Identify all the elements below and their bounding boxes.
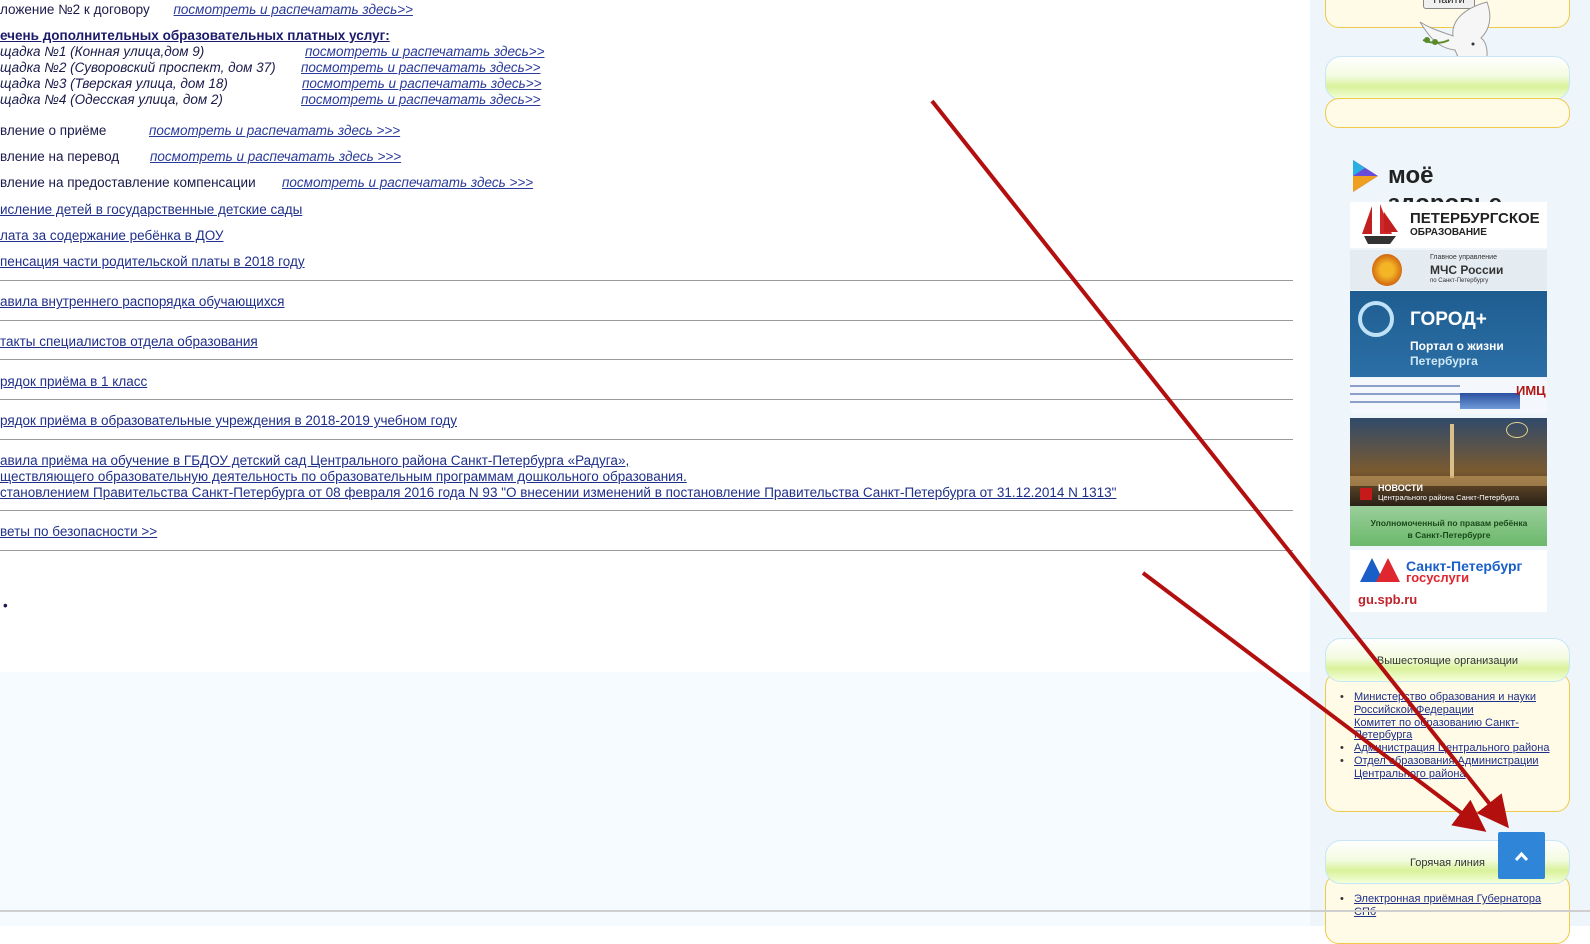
gosuslugi-subtitle: госуслуги xyxy=(1406,570,1470,585)
list-item: Электронная приёмная Губернатора СПб xyxy=(1340,893,1565,919)
ombudsman-line2: в Санкт-Петербурге xyxy=(1407,530,1491,540)
gorod-title: ГОРОД+ xyxy=(1410,309,1487,330)
news-title: НОВОСТИ xyxy=(1378,483,1424,493)
statement-link[interactable]: посмотреть и распечатать здесь >>> xyxy=(149,123,400,138)
imc-line xyxy=(1350,393,1460,395)
statement-label: вление о приёме xyxy=(0,123,107,138)
list-item: Министерство образования и науки Российс… xyxy=(1340,691,1565,717)
divider xyxy=(0,280,1293,281)
list-item: Отдел образования Администрации Централь… xyxy=(1340,755,1565,781)
fee-link[interactable]: лата за содержание ребёнка в ДОУ xyxy=(0,228,224,243)
content-footer xyxy=(0,672,1310,926)
statement-link[interactable]: посмотреть и распечатать здесь >>> xyxy=(150,149,401,164)
compensation-link[interactable]: пенсация части родительской платы в 2018… xyxy=(0,254,305,269)
mchs-banner[interactable]: Главное управление МЧС России по Санкт-П… xyxy=(1350,250,1547,290)
list-bullet: • xyxy=(3,598,8,613)
divider xyxy=(0,399,1293,400)
panel-body xyxy=(1325,98,1570,128)
appendix-label: ложение №2 к договору xyxy=(0,2,150,17)
hotline-list: Электронная приёмная Губернатора СПб xyxy=(1340,893,1565,919)
site-row: щадка №4 (Одесская улица, дом 2) посмотр… xyxy=(0,92,540,107)
ship-icon xyxy=(1362,204,1398,244)
panel-header xyxy=(1325,56,1570,100)
imc-line xyxy=(1350,401,1460,403)
site-link[interactable]: посмотреть и распечатать здесь>> xyxy=(302,76,541,91)
mchs-line3: по Санкт-Петербургу xyxy=(1430,278,1489,284)
site-label: щадка №3 (Тверская улица, дом 18) xyxy=(0,76,228,91)
news-subtitle: Центрального района Санкт-Петербурга xyxy=(1378,493,1519,502)
divider xyxy=(0,359,1293,360)
site-row: щадка №1 (Конная улица,дом 9) посмотреть… xyxy=(0,44,544,59)
admission-rules-link-2[interactable]: ществляющего образовательную деятельност… xyxy=(0,469,687,484)
chevron-up-icon xyxy=(1514,851,1529,862)
statement-link[interactable]: посмотреть и распечатать здесь >>> xyxy=(282,175,533,190)
aperture-icon xyxy=(1358,301,1394,337)
peterburg-edu-title: ПЕТЕРБУРГСКОЕ xyxy=(1410,210,1540,227)
site-row: щадка №2 (Суворовский проспект, дом 37) … xyxy=(0,60,540,75)
site-link[interactable]: посмотреть и распечатать здесь>> xyxy=(301,60,540,75)
list-item: Администрация Центрального района xyxy=(1340,742,1565,755)
site-label: щадка №4 (Одесская улица, дом 2) xyxy=(0,92,223,107)
divider xyxy=(0,439,1293,440)
column-icon xyxy=(1450,424,1454,478)
news-logo-icon xyxy=(1506,422,1528,438)
play-logo-icon xyxy=(1353,160,1378,192)
contacts-link[interactable]: такты специалистов отдела образования xyxy=(0,334,258,349)
ombudsman-line1: Уполномоченный по правам ребёнка xyxy=(1370,518,1528,528)
gosuslugi-url: gu.spb.ru xyxy=(1358,592,1418,607)
kindergarten-enrollment-link[interactable]: исление детей в государственные детские … xyxy=(0,202,302,217)
mchs-emblem-icon xyxy=(1372,254,1402,286)
org-link[interactable]: Комитет по образованию Санкт-Петербурга xyxy=(1354,717,1519,742)
org-link[interactable]: Администрация Центрального района xyxy=(1354,742,1550,754)
services-heading[interactable]: ечень дополнительных образовательных пла… xyxy=(0,28,390,43)
statement-label: вление на перевод xyxy=(0,149,120,164)
site-label: щадка №1 (Конная улица,дом 9) xyxy=(0,44,205,59)
statement-label: вление на предоставление компенсации xyxy=(0,175,256,190)
news-flag-icon xyxy=(1360,488,1372,500)
divider xyxy=(0,550,1293,551)
mchs-line1: Главное управление xyxy=(1430,254,1497,261)
peterburg-edu-subtitle: ОБРАЗОВАНИЕ xyxy=(1410,227,1487,238)
site-row: щадка №3 (Тверская улица, дом 18) посмот… xyxy=(0,76,541,91)
gorod-subtitle-2: Петербурга xyxy=(1410,354,1478,368)
statement-row: вление на перевод посмотреть и распечата… xyxy=(0,149,401,164)
mchs-line2: МЧС России xyxy=(1430,263,1504,277)
org-link[interactable]: Министерство образования и науки Российс… xyxy=(1354,691,1536,716)
main-content: ложение №2 к договору посмотреть и распе… xyxy=(0,0,1310,672)
imc-building-icon xyxy=(1460,393,1520,409)
admission-rules-link[interactable]: авила приёма на обучение в ГБДОУ детский… xyxy=(0,453,629,468)
statement-row: вление о приёме посмотреть и распечатать… xyxy=(0,123,400,138)
ombudsman-banner[interactable]: Уполномоченный по правам ребёнка в Санкт… xyxy=(1350,506,1547,546)
appendix-row: ложение №2 к договору посмотреть и распе… xyxy=(0,2,413,17)
divider xyxy=(0,320,1293,321)
site-link[interactable]: посмотреть и распечатать здесь>> xyxy=(301,92,540,107)
appendix-link[interactable]: посмотреть и распечатать здесь>> xyxy=(174,2,413,17)
admission-2018-link[interactable]: рядок приёма в образовательные учреждени… xyxy=(0,413,457,428)
list-item: Комитет по образованию Санкт-Петербурга xyxy=(1340,717,1565,743)
gorod-subtitle: Портал о жизни xyxy=(1410,339,1504,353)
gorod-plus-banner[interactable]: ГОРОД+ Портал о жизни Петербурга xyxy=(1350,291,1547,377)
gosuslugi-logo-icon xyxy=(1360,558,1400,582)
gosuslugi-banner[interactable]: Санкт-Петербург госуслуги gu.spb.ru xyxy=(1350,550,1547,612)
imc-banner[interactable]: ИМЦ xyxy=(1350,379,1547,414)
safety-tips-link[interactable]: веты по безопасности >> xyxy=(0,524,157,539)
government-decree-link[interactable]: становлением Правительства Санкт-Петербу… xyxy=(0,485,1116,500)
divider xyxy=(0,510,1293,511)
orgs-heading: Вышестоящие организации xyxy=(1325,638,1570,682)
org-link[interactable]: Отдел образования Администрации Централь… xyxy=(1354,755,1539,780)
site-label: щадка №2 (Суворовский проспект, дом 37) xyxy=(0,60,276,75)
imc-line xyxy=(1350,385,1460,387)
site-link[interactable]: посмотреть и распечатать здесь>> xyxy=(305,44,544,59)
statement-row: вление на предоставление компенсации пос… xyxy=(0,175,533,190)
hotline-link[interactable]: Электронная приёмная Губернатора СПб xyxy=(1354,893,1541,918)
moe-zdorovie-banner[interactable]: моё здоровье xyxy=(1350,154,1547,217)
first-grade-link[interactable]: рядок приёма в 1 класс xyxy=(0,374,147,389)
news-banner[interactable]: НОВОСТИ Центрального района Санкт-Петерб… xyxy=(1350,418,1547,506)
scroll-to-top-button[interactable] xyxy=(1498,832,1545,879)
imc-text: ИМЦ xyxy=(1516,383,1546,398)
orgs-list: Министерство образования и науки Российс… xyxy=(1340,691,1565,781)
internal-rules-link[interactable]: авила внутреннего распорядка обучающихся xyxy=(0,294,285,309)
bottom-border xyxy=(0,910,1590,912)
peterburg-education-banner[interactable]: ПЕТЕРБУРГСКОЕ ОБРАЗОВАНИЕ xyxy=(1350,202,1547,248)
